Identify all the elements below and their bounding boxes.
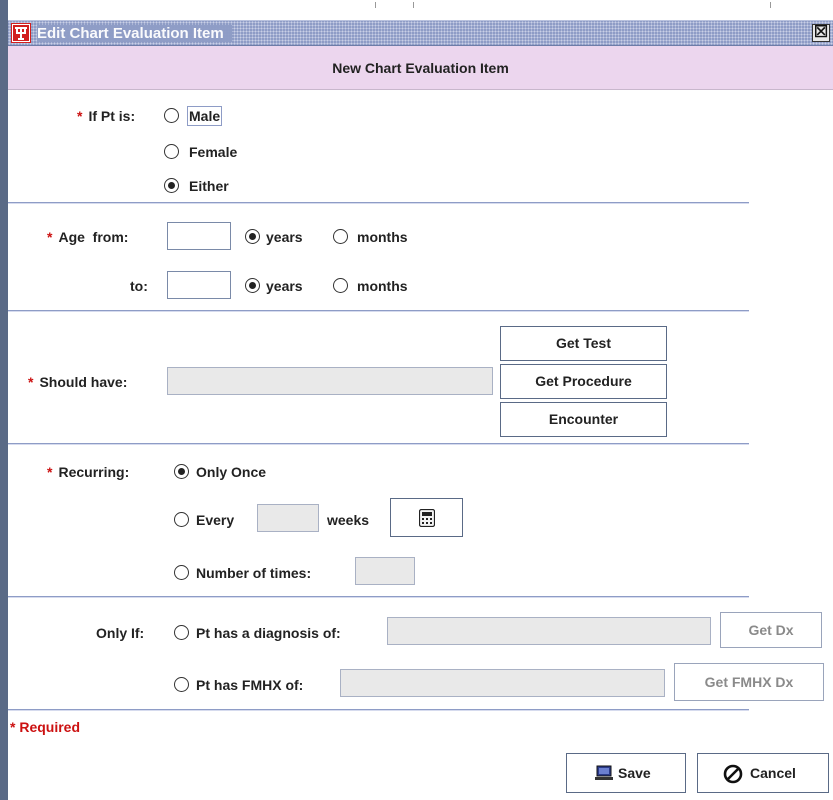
get-procedure-button[interactable]: Get Procedure <box>500 364 667 399</box>
age-to-label: to: <box>130 278 148 294</box>
get-dx-button-label: Get Dx <box>748 622 794 638</box>
either-radio[interactable] <box>164 178 179 193</box>
top-strip <box>8 0 833 20</box>
app-logo-icon <box>11 23 31 43</box>
age-from-input[interactable] <box>167 222 231 250</box>
should-have-label-group: * Should have: <box>28 374 127 390</box>
window-title: Edit Chart Evaluation Item <box>37 25 232 42</box>
either-label[interactable]: Either <box>189 178 229 194</box>
age-to-months-radio[interactable] <box>333 278 348 293</box>
laptop-icon <box>594 765 614 785</box>
age-from-label: Age from: <box>58 229 129 245</box>
fmhx-radio[interactable] <box>174 677 189 692</box>
get-dx-button[interactable]: Get Dx <box>720 612 822 648</box>
every-label[interactable]: Every <box>196 512 234 528</box>
age-from-months-radio[interactable] <box>333 229 348 244</box>
strip-tick <box>770 2 771 8</box>
every-weeks-input[interactable] <box>257 504 319 532</box>
strip-tick <box>413 2 414 8</box>
male-label[interactable]: Male <box>186 106 223 126</box>
age-from-months-label[interactable]: months <box>357 229 408 245</box>
recurring-label-group: * Recurring: <box>47 464 129 480</box>
required-asterisk: * <box>77 108 83 124</box>
diagnosis-input[interactable] <box>387 617 711 645</box>
weeks-label: weeks <box>327 512 370 528</box>
get-test-button[interactable]: Get Test <box>500 326 667 361</box>
age-from-label-group: * Age from: <box>47 229 128 245</box>
get-test-button-label: Get Test <box>556 335 611 351</box>
age-to-years-label[interactable]: years <box>266 278 303 294</box>
no-entry-icon <box>723 764 743 787</box>
calculator-button[interactable] <box>390 498 463 537</box>
calculator-icon <box>418 508 436 530</box>
cancel-button-label: Cancel <box>750 765 796 781</box>
number-of-times-label[interactable]: Number of times: <box>196 565 311 581</box>
section-divider <box>8 310 749 312</box>
section-divider <box>8 596 749 598</box>
age-to-input[interactable] <box>167 271 231 299</box>
required-asterisk: * <box>47 229 53 245</box>
age-to-years-radio[interactable] <box>245 278 260 293</box>
diagnosis-label[interactable]: Pt has a diagnosis of: <box>196 625 341 641</box>
male-radio[interactable] <box>164 108 179 123</box>
section-divider <box>8 709 749 711</box>
sex-label: If Pt is: <box>88 108 136 124</box>
female-label[interactable]: Female <box>189 144 237 160</box>
only-once-radio[interactable] <box>174 464 189 479</box>
form-header: New Chart Evaluation Item <box>8 46 833 90</box>
encounter-button[interactable]: Encounter <box>500 402 667 437</box>
should-have-input[interactable] <box>167 367 493 395</box>
number-of-times-radio[interactable] <box>174 565 189 580</box>
number-of-times-input[interactable] <box>355 557 415 585</box>
title-bar[interactable]: Edit Chart Evaluation Item ☒ <box>8 20 833 46</box>
close-button[interactable]: ☒ <box>812 24 830 42</box>
get-fmhx-dx-button[interactable]: Get FMHX Dx <box>674 663 824 701</box>
get-fmhx-dx-button-label: Get FMHX Dx <box>704 674 794 690</box>
only-if-label: Only If: <box>96 625 145 641</box>
sex-label-group: * If Pt is: <box>77 108 135 124</box>
fmhx-input[interactable] <box>340 669 665 697</box>
save-button-label: Save <box>618 765 651 781</box>
save-button[interactable]: Save <box>566 753 686 793</box>
window-frame-left <box>0 0 8 800</box>
get-procedure-button-label: Get Procedure <box>535 373 632 389</box>
strip-tick <box>375 2 376 8</box>
age-to-months-label[interactable]: months <box>357 278 408 294</box>
fmhx-label[interactable]: Pt has FMHX of: <box>196 677 303 693</box>
recurring-label: Recurring: <box>58 464 130 480</box>
only-once-label[interactable]: Only Once <box>196 464 266 480</box>
required-note: * Required <box>10 719 81 735</box>
encounter-button-label: Encounter <box>548 411 619 427</box>
should-have-label: Should have: <box>39 374 128 390</box>
age-from-years-radio[interactable] <box>245 229 260 244</box>
female-radio[interactable] <box>164 144 179 159</box>
required-asterisk: * <box>47 464 53 480</box>
every-radio[interactable] <box>174 512 189 527</box>
age-from-years-label[interactable]: years <box>266 229 303 245</box>
section-divider <box>8 443 749 445</box>
diagnosis-radio[interactable] <box>174 625 189 640</box>
section-divider <box>8 202 749 204</box>
required-asterisk: * <box>28 374 34 390</box>
cancel-button[interactable]: Cancel <box>697 753 829 793</box>
